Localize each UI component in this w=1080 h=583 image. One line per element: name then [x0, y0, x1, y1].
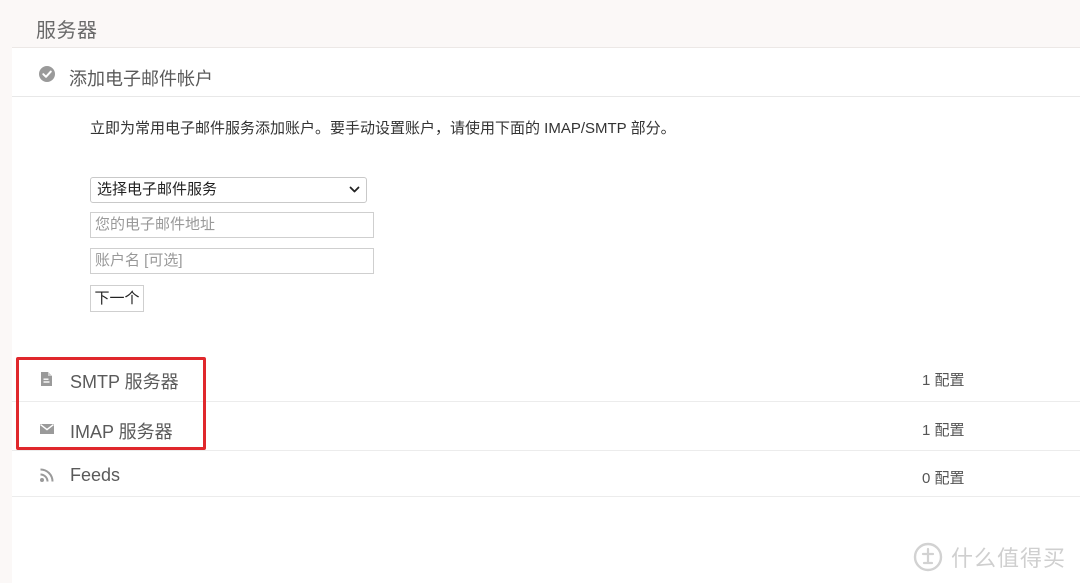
imap-server-count: 1 配置 [922, 422, 965, 439]
next-button[interactable]: 下一个 [90, 285, 144, 312]
highlight-annotation-box [16, 357, 206, 450]
watermark-logo-icon [913, 542, 943, 572]
watermark: 什么值得买 [913, 540, 1066, 574]
rss-feed-icon [40, 468, 54, 482]
account-name-input[interactable]: 账户名 [可选] [90, 248, 374, 274]
main-panel: 服务器 添加电子邮件帐户 立即为常用电子邮件服务添加账户。要手动设置账户，请使用… [12, 0, 1080, 583]
add-account-header[interactable]: 添加电子邮件帐户 [12, 48, 1080, 97]
left-rail [0, 0, 12, 583]
account-name-placeholder: 账户名 [可选] [95, 252, 183, 269]
page-title: 服务器 [36, 20, 98, 42]
check-circle-icon [39, 66, 55, 82]
feeds-count: 0 配置 [922, 470, 965, 487]
chevron-down-icon [349, 186, 360, 193]
feeds-row[interactable]: Feeds 0 配置 [12, 451, 1080, 497]
email-address-placeholder: 您的电子邮件地址 [95, 216, 216, 233]
feeds-label: Feeds [70, 465, 121, 485]
smtp-server-count: 1 配置 [922, 372, 965, 389]
page-header: 服务器 [12, 0, 1080, 48]
email-address-input[interactable]: 您的电子邮件地址 [90, 212, 374, 238]
email-service-select-value: 选择电子邮件服务 [97, 181, 218, 198]
add-account-title: 添加电子邮件帐户 [69, 69, 213, 89]
add-account-intro: 立即为常用电子邮件服务添加账户。要手动设置账户，请使用下面的 IMAP/SMTP… [90, 120, 676, 137]
email-service-select[interactable]: 选择电子邮件服务 [90, 177, 367, 203]
watermark-text: 什么值得买 [950, 547, 1066, 572]
